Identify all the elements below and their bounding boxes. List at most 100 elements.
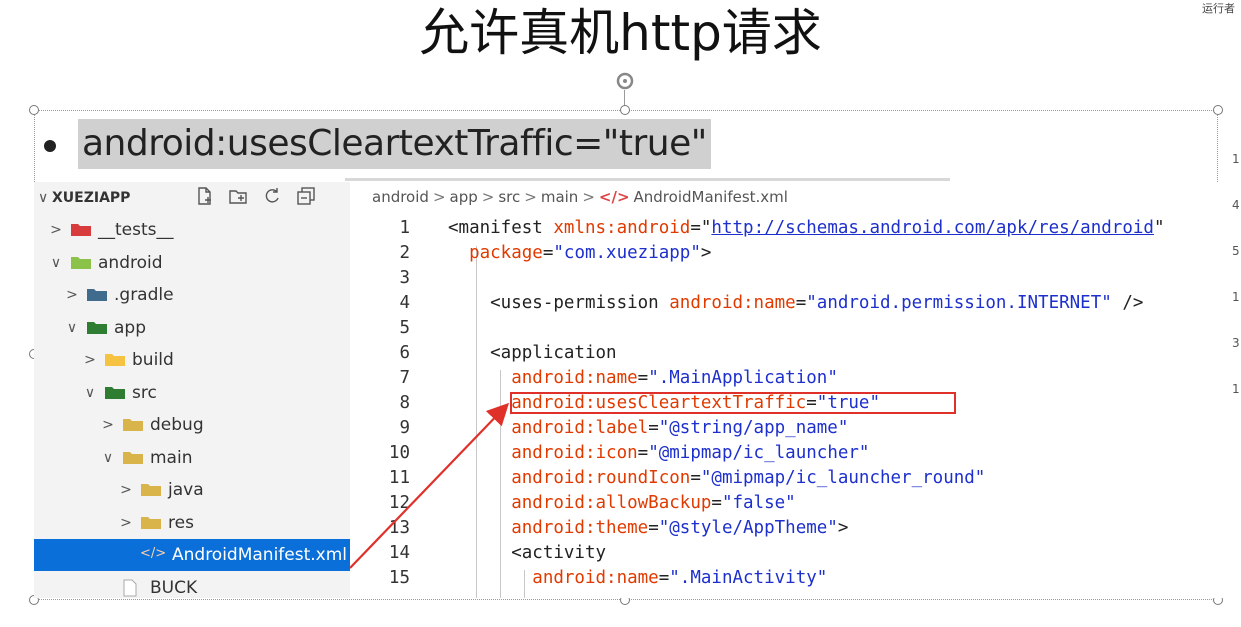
line-number: 14 [388,543,410,563]
tree-item-java[interactable]: > java [34,474,350,506]
tree-item-label: build [132,350,174,370]
edge-glyph: 1 [1232,382,1240,396]
rotate-handle-icon[interactable] [616,72,634,90]
code-line[interactable]: 1 <manifest xmlns:android="http://schemas… [350,216,1230,241]
new-file-icon[interactable] [194,186,214,206]
edge-glyph: 4 [1232,198,1240,212]
line-number: 9 [399,418,410,438]
code-token: "@string/app_name" [658,418,849,438]
line-number: 11 [388,468,410,488]
tree-item-gradle[interactable]: > .gradle [34,279,350,311]
chevron-down-icon[interactable]: ∨ [82,385,98,401]
resize-handle-top-right[interactable] [1213,105,1223,115]
code-token: android:name [448,368,638,388]
code-token: = [542,243,554,263]
collapse-all-icon[interactable] [296,186,316,206]
right-edge-panel: 1 4 5 1 3 1 [1230,110,1241,410]
code-text: <activity [448,541,606,566]
code-line[interactable]: 14 <activity [350,541,1230,566]
code-line[interactable]: 7 android:name=".MainApplication" [350,366,1230,391]
code-token: = [795,293,807,313]
chevron-right-icon[interactable]: > [48,222,64,238]
breadcrumb-item[interactable]: main [541,188,578,206]
code-token: xmlns:android [553,218,691,238]
tree-item-main[interactable]: ∨ main [34,442,350,474]
tree-item-src[interactable]: ∨ src [34,377,350,409]
code-line[interactable]: 6 <application [350,341,1230,366]
code-token: android:allowBackup [448,493,712,513]
bullet-dot-icon [44,140,56,152]
code-line[interactable]: 13 android:theme="@style/AppTheme"> [350,516,1230,541]
code-text: android:label="@string/app_name" [448,416,848,441]
xml-file-icon: </> [598,188,630,206]
code-token: = [648,418,659,438]
code-text: android:name=".MainActivity" [448,566,827,591]
chevron-right-icon[interactable]: > [100,417,116,433]
tree-item-res[interactable]: > res [34,507,350,539]
code-line[interactable]: 15 android:name=".MainActivity" [350,566,1230,591]
resize-handle-top-left[interactable] [29,105,39,115]
tree-item-buck[interactable]: BUCK [34,572,350,599]
tree-item-build[interactable]: > build [34,344,350,376]
breadcrumb-item[interactable]: AndroidManifest.xml [634,188,788,206]
xml-file-icon: </> [140,546,167,561]
code-editor: android > app > src > main > </> AndroidManifest.… [350,182,1230,598]
chevron-down-icon[interactable]: ∨ [64,320,80,336]
code-line[interactable]: 5 [350,316,1230,341]
code-line[interactable]: 11 android:roundIcon="@mipmap/ic_launche… [350,466,1230,491]
folder-icon [140,514,162,532]
resize-handle-top-center[interactable] [620,105,630,115]
chevron-right-icon[interactable]: > [82,352,98,368]
line-number: 8 [399,393,410,413]
chevron-right-icon[interactable]: > [118,515,134,531]
chevron-right-icon[interactable]: > [118,482,134,498]
code-line[interactable]: 10 android:icon="@mipmap/ic_launcher" [350,441,1230,466]
code-line[interactable]: 2 package="com.xueziapp"> [350,241,1230,266]
tree-item-label: BUCK [150,577,198,598]
explorer-header[interactable]: ∨ XUEZIAPP [34,182,350,214]
code-token: = [658,568,670,588]
code-token: <uses-permission [448,293,670,313]
code-text: <uses-permission android:name="android.p… [448,291,1143,316]
bullet-text[interactable]: android:usesCleartextTraffic="true" [78,119,711,169]
tree-item-androidmanifest-xml[interactable]: </> AndroidManifest.xml [34,539,350,571]
code-token: "com.xueziapp" [553,243,701,263]
tests-folder-icon [70,221,92,239]
code-line[interactable]: 9 android:label="@string/app_name" [350,416,1230,441]
breadcrumb: android > app > src > main > </> AndroidManifest.… [372,188,788,206]
breadcrumb-item[interactable]: app [450,188,478,206]
code-text: android:name=".MainApplication" [448,366,838,391]
code-token: = [637,443,649,463]
code-text: android:theme="@style/AppTheme"> [448,516,848,541]
tree-item-label: res [168,512,194,533]
tree-item-android[interactable]: ∨ android [34,247,350,279]
explorer-root-label: XUEZIAPP [52,190,131,206]
chevron-down-icon[interactable]: ∨ [48,255,64,271]
tree-item-label: debug [150,415,204,435]
chevron-down-icon: ∨ [38,190,49,206]
chevron-right-icon[interactable]: > [64,287,80,303]
code-token: android:icon [448,443,638,463]
tree-item-tests[interactable]: > __tests__ [34,214,350,246]
code-line[interactable]: 4 <uses-permission android:name="android… [350,291,1230,316]
breadcrumb-item[interactable]: android [372,188,429,206]
tree-item-debug[interactable]: > debug [34,409,350,441]
breadcrumb-item[interactable]: src [498,188,520,206]
edge-glyph: 3 [1232,336,1240,350]
new-folder-icon[interactable] [228,186,248,206]
code-token: "@mipmap/ic_launcher" [648,443,870,463]
tree-item-label: app [114,317,146,338]
code-line[interactable]: 12 android:allowBackup="false" [350,491,1230,516]
code-text: package="com.xueziapp"> [448,241,711,266]
folder-open-icon [122,449,144,467]
edge-glyph: 1 [1232,290,1240,304]
refresh-icon[interactable] [262,186,282,206]
code-token: "false" [721,493,796,513]
line-number: 10 [388,443,410,463]
code-line[interactable]: 3 [350,266,1230,291]
code-token: = [690,218,701,238]
chevron-down-icon[interactable]: ∨ [100,450,116,466]
code-text: <manifest xmlns:android="http://schemas.… [448,216,1164,241]
tree-item-app[interactable]: ∨ app [34,312,350,344]
tree-item-label: main [150,447,193,468]
